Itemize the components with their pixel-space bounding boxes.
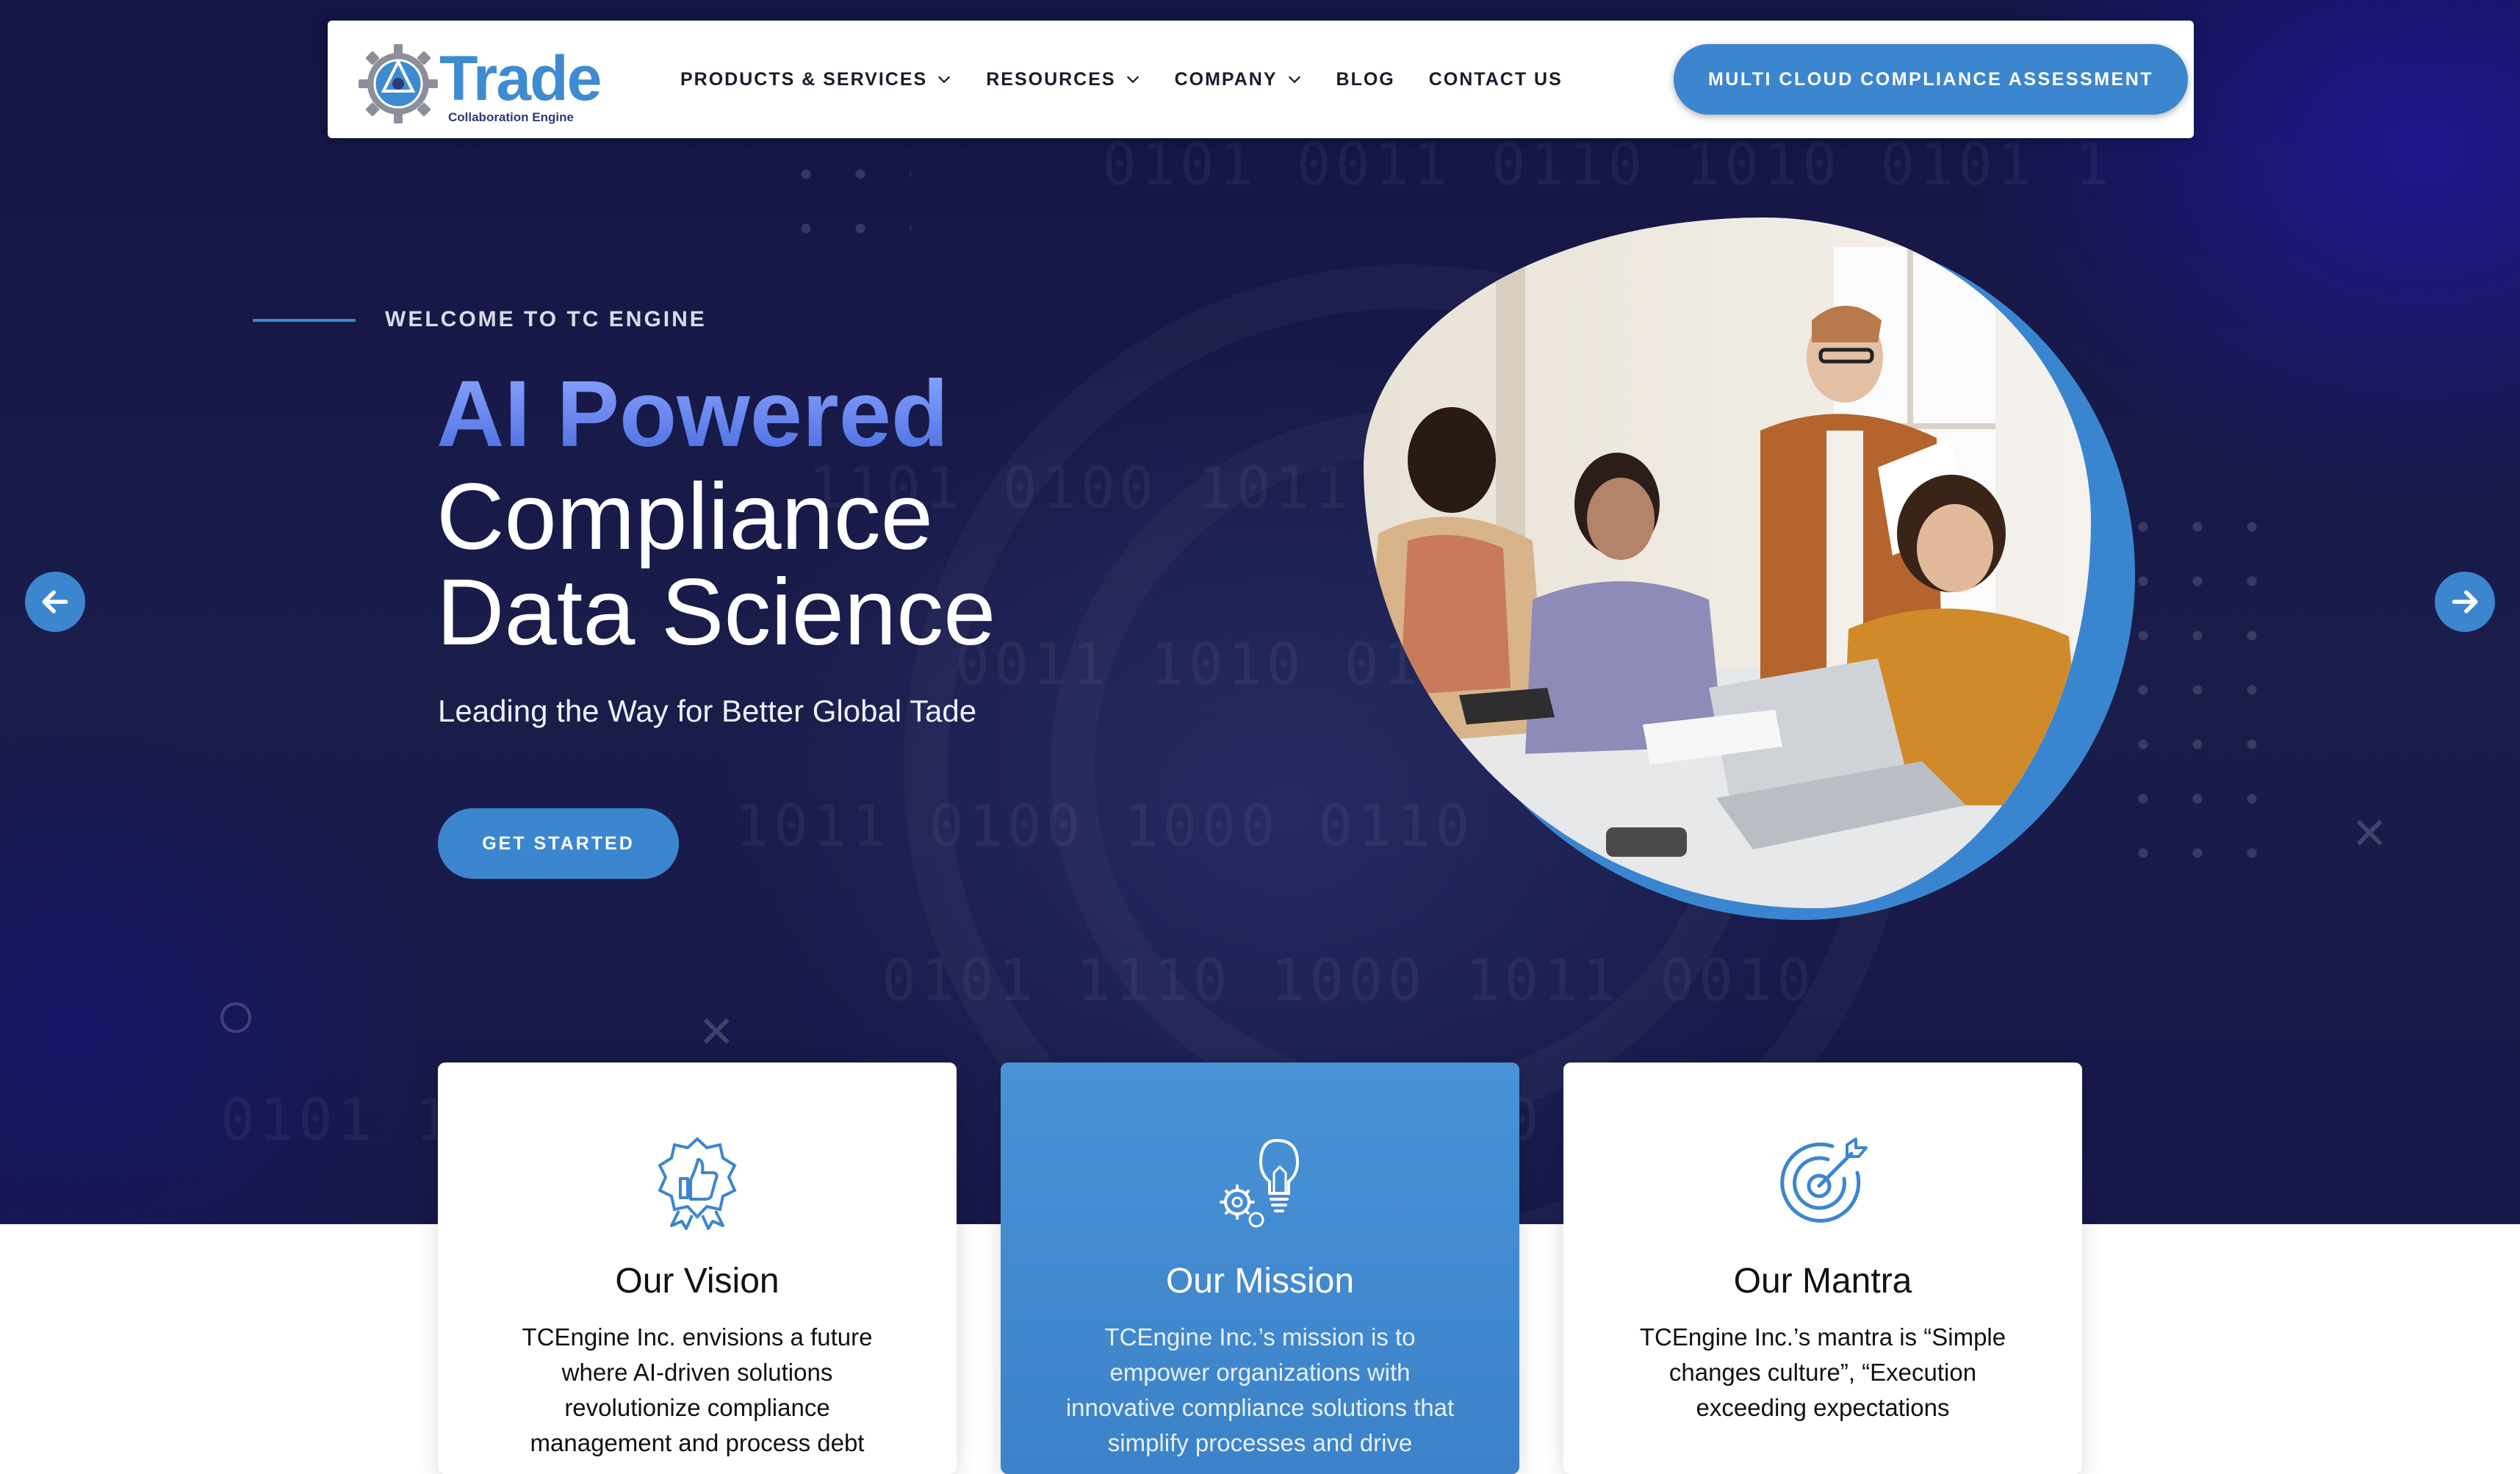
nav-item-label: CONTACT US (1428, 68, 1563, 90)
dot-grid (779, 147, 911, 235)
chevron-down-icon (1288, 76, 1300, 84)
nav-item-label: COMPANY (1174, 68, 1278, 90)
lightbulb-gears-icon (1220, 1138, 1300, 1228)
chevron-down-icon (1126, 76, 1139, 84)
arrow-left-icon (42, 590, 68, 614)
nav-contact-us[interactable]: CONTACT US (1429, 69, 1563, 90)
decorative-x: ✕ (2351, 809, 2388, 858)
gear-globe-logo-icon (359, 44, 438, 123)
chevron-down-icon (938, 76, 951, 84)
card-body: TCEngine Inc. envisions a future where A… (522, 1323, 873, 1456)
hero-eyebrow: WELCOME TO TC ENGINE (385, 307, 707, 331)
get-started-button[interactable]: GET STARTED (438, 808, 679, 879)
slider-prev-button[interactable] (25, 572, 85, 632)
arrow-right-icon (2452, 590, 2478, 614)
nav-blog[interactable]: BLOG (1336, 69, 1395, 90)
card-title: Our Mantra (1733, 1262, 1912, 1301)
target-dart-icon (1780, 1137, 1868, 1223)
card-mantra: Our Mantra TCEngine Inc.’s mantra is “Si… (1563, 1063, 2082, 1474)
top-navbar: Trade Collaboration Engine PRODUCTS & SE… (328, 21, 2194, 138)
eyebrow-divider (253, 319, 356, 322)
hero-tagline: Leading the Way for Better Global Tade (438, 694, 977, 728)
thumbs-up-badge-icon (658, 1137, 737, 1230)
card-body: TCEngine Inc.’s mantra is “Simple change… (1639, 1323, 2006, 1421)
decorative-circle (220, 1002, 251, 1033)
hero-headline-line-2: Compliance (436, 464, 933, 569)
logo-subtitle: Collaboration Engine (448, 110, 574, 124)
hero-headline-highlight: AI Powered (436, 362, 949, 467)
nav-item-label: BLOG (1336, 68, 1395, 90)
decorative-x: ✕ (698, 1007, 735, 1057)
dot-grid (2116, 500, 2292, 882)
main-menu: PRODUCTS & SERVICES RESOURCES COMPANY BL… (680, 21, 1596, 138)
nav-products-services[interactable]: PRODUCTS & SERVICES (680, 69, 952, 90)
nav-item-label: RESOURCES (986, 68, 1116, 90)
nav-item-label: PRODUCTS & SERVICES (680, 68, 928, 90)
binary-texture: 0101 0011 0110 1010 0101 1 (1102, 132, 2114, 198)
card-body: TCEngine Inc.’s mission is to empower or… (1065, 1323, 1455, 1456)
hero-headline-line-3: Data Science (436, 560, 996, 665)
logo-wordmark: Trade (439, 43, 602, 114)
slider-next-button[interactable] (2435, 572, 2495, 632)
card-title: Our Mission (1165, 1262, 1355, 1301)
multi-cloud-assessment-button[interactable]: MULTI CLOUD COMPLIANCE ASSESSMENT (1674, 44, 2188, 115)
card-vision: Our Vision TCEngine Inc. envisions a fut… (438, 1063, 957, 1474)
site-logo[interactable]: Trade Collaboration Engine (357, 37, 607, 125)
nav-resources[interactable]: RESOURCES (986, 69, 1140, 90)
card-title: Our Vision (615, 1262, 780, 1301)
nav-company[interactable]: COMPANY (1175, 69, 1303, 90)
hero-section: 0101 0011 0110 1010 0101 1 1101 0100 101… (0, 0, 2520, 1224)
card-mission: Our Mission TCEngine Inc.’s mission is t… (1001, 1063, 1519, 1474)
